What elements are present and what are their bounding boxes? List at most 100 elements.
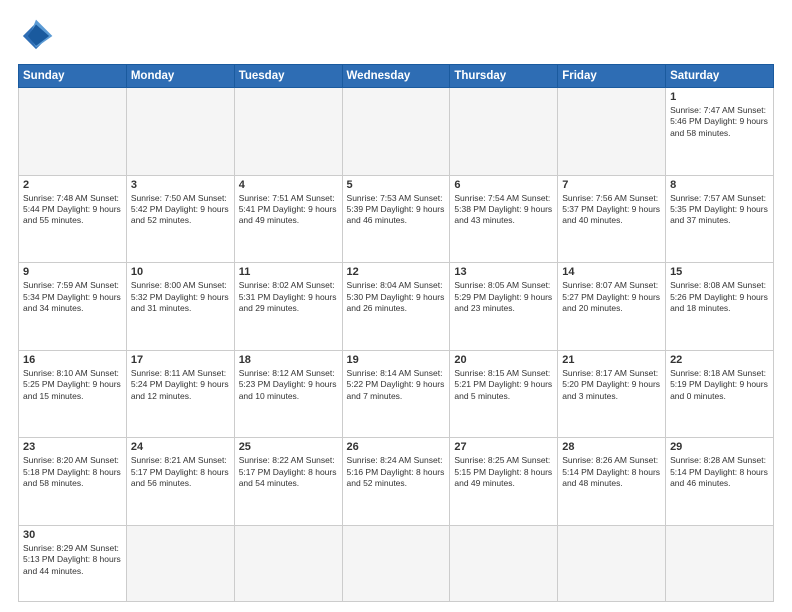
day-number: 30	[23, 529, 122, 541]
calendar-cell: 16Sunrise: 8:10 AM Sunset: 5:25 PM Dayli…	[19, 350, 127, 438]
calendar-cell: 11 Sunrise: 8:02 AM Sunset: 5:31 PM Dayli…	[234, 263, 342, 351]
day-info: Sunrise: 8:29 AM Sunset: 5:13 PM Dayligh…	[23, 543, 122, 577]
calendar-cell: 10Sunrise: 8:00 AM Sunset: 5:32 PM Dayli…	[126, 263, 234, 351]
day-info: Sunrise: 8:18 AM Sunset: 5:19 PM Dayligh…	[670, 368, 769, 402]
calendar-cell: 22 Sunrise: 8:18 AM Sunset: 5:19 PM Dayli…	[666, 350, 774, 438]
calendar-week-row: 1 Sunrise: 7:47 AM Sunset: 5:46 PM Daylig…	[19, 88, 774, 176]
day-number: 13	[454, 266, 553, 278]
calendar-cell	[19, 88, 127, 176]
calendar-week-row: 2 Sunrise: 7:48 AM Sunset: 5:44 PM Daylig…	[19, 175, 774, 263]
calendar-cell: 15 Sunrise: 8:08 AM Sunset: 5:26 PM Dayli…	[666, 263, 774, 351]
day-info: Sunrise: 8:24 AM Sunset: 5:16 PM Dayligh…	[347, 455, 446, 489]
page: SundayMondayTuesdayWednesdayThursdayFrid…	[0, 0, 792, 612]
day-number: 2	[23, 179, 122, 191]
day-info: Sunrise: 7:48 AM Sunset: 5:44 PM Dayligh…	[23, 193, 122, 227]
day-number: 14	[562, 266, 661, 278]
header	[18, 18, 774, 54]
calendar-week-row: 30 Sunrise: 8:29 AM Sunset: 5:13 PM Dayli…	[19, 525, 774, 601]
calendar-cell: 19 Sunrise: 8:14 AM Sunset: 5:22 PM Dayli…	[342, 350, 450, 438]
day-number: 9	[23, 266, 122, 278]
day-number: 7	[562, 179, 661, 191]
day-info: Sunrise: 8:02 AM Sunset: 5:31 PM Dayligh…	[239, 280, 338, 314]
calendar-cell: 30 Sunrise: 8:29 AM Sunset: 5:13 PM Dayli…	[19, 525, 127, 601]
calendar-day-header: Wednesday	[342, 65, 450, 88]
day-number: 29	[670, 441, 769, 453]
day-info: Sunrise: 8:14 AM Sunset: 5:22 PM Dayligh…	[347, 368, 446, 402]
day-number: 20	[454, 354, 553, 366]
calendar: SundayMondayTuesdayWednesdayThursdayFrid…	[18, 64, 774, 602]
day-number: 24	[131, 441, 230, 453]
day-info: Sunrise: 8:12 AM Sunset: 5:23 PM Dayligh…	[239, 368, 338, 402]
day-info: Sunrise: 8:08 AM Sunset: 5:26 PM Dayligh…	[670, 280, 769, 314]
calendar-cell: 9 Sunrise: 7:59 AM Sunset: 5:34 PM Daylig…	[19, 263, 127, 351]
calendar-day-header: Sunday	[19, 65, 127, 88]
calendar-day-header: Monday	[126, 65, 234, 88]
calendar-cell: 17 Sunrise: 8:11 AM Sunset: 5:24 PM Dayli…	[126, 350, 234, 438]
calendar-cell: 4Sunrise: 7:51 AM Sunset: 5:41 PM Daylig…	[234, 175, 342, 263]
day-info: Sunrise: 7:53 AM Sunset: 5:39 PM Dayligh…	[347, 193, 446, 227]
calendar-cell: 27 Sunrise: 8:25 AM Sunset: 5:15 PM Dayli…	[450, 438, 558, 526]
day-number: 15	[670, 266, 769, 278]
calendar-cell: 23 Sunrise: 8:20 AM Sunset: 5:18 PM Dayli…	[19, 438, 127, 526]
day-number: 6	[454, 179, 553, 191]
day-info: Sunrise: 8:04 AM Sunset: 5:30 PM Dayligh…	[347, 280, 446, 314]
calendar-cell	[558, 525, 666, 601]
calendar-cell: 8 Sunrise: 7:57 AM Sunset: 5:35 PM Daylig…	[666, 175, 774, 263]
calendar-week-row: 23 Sunrise: 8:20 AM Sunset: 5:18 PM Dayli…	[19, 438, 774, 526]
calendar-cell: 28Sunrise: 8:26 AM Sunset: 5:14 PM Dayli…	[558, 438, 666, 526]
calendar-cell: 18 Sunrise: 8:12 AM Sunset: 5:23 PM Dayli…	[234, 350, 342, 438]
calendar-header-row: SundayMondayTuesdayWednesdayThursdayFrid…	[19, 65, 774, 88]
day-info: Sunrise: 7:56 AM Sunset: 5:37 PM Dayligh…	[562, 193, 661, 227]
day-number: 18	[239, 354, 338, 366]
calendar-cell	[342, 88, 450, 176]
day-info: Sunrise: 7:47 AM Sunset: 5:46 PM Dayligh…	[670, 105, 769, 139]
calendar-day-header: Tuesday	[234, 65, 342, 88]
day-number: 22	[670, 354, 769, 366]
day-info: Sunrise: 7:50 AM Sunset: 5:42 PM Dayligh…	[131, 193, 230, 227]
calendar-week-row: 9 Sunrise: 7:59 AM Sunset: 5:34 PM Daylig…	[19, 263, 774, 351]
day-number: 8	[670, 179, 769, 191]
day-number: 25	[239, 441, 338, 453]
calendar-cell	[342, 525, 450, 601]
day-info: Sunrise: 8:25 AM Sunset: 5:15 PM Dayligh…	[454, 455, 553, 489]
calendar-cell: 3 Sunrise: 7:50 AM Sunset: 5:42 PM Daylig…	[126, 175, 234, 263]
day-info: Sunrise: 8:10 AM Sunset: 5:25 PM Dayligh…	[23, 368, 122, 402]
day-number: 5	[347, 179, 446, 191]
day-info: Sunrise: 8:22 AM Sunset: 5:17 PM Dayligh…	[239, 455, 338, 489]
calendar-week-row: 16Sunrise: 8:10 AM Sunset: 5:25 PM Dayli…	[19, 350, 774, 438]
day-info: Sunrise: 8:20 AM Sunset: 5:18 PM Dayligh…	[23, 455, 122, 489]
day-info: Sunrise: 7:57 AM Sunset: 5:35 PM Dayligh…	[670, 193, 769, 227]
day-info: Sunrise: 8:11 AM Sunset: 5:24 PM Dayligh…	[131, 368, 230, 402]
calendar-day-header: Saturday	[666, 65, 774, 88]
calendar-cell: 24 Sunrise: 8:21 AM Sunset: 5:17 PM Dayli…	[126, 438, 234, 526]
day-info: Sunrise: 7:59 AM Sunset: 5:34 PM Dayligh…	[23, 280, 122, 314]
day-info: Sunrise: 8:07 AM Sunset: 5:27 PM Dayligh…	[562, 280, 661, 314]
day-info: Sunrise: 8:21 AM Sunset: 5:17 PM Dayligh…	[131, 455, 230, 489]
day-info: Sunrise: 8:15 AM Sunset: 5:21 PM Dayligh…	[454, 368, 553, 402]
day-number: 27	[454, 441, 553, 453]
calendar-cell	[126, 525, 234, 601]
calendar-cell: 12 Sunrise: 8:04 AM Sunset: 5:30 PM Dayli…	[342, 263, 450, 351]
calendar-cell: 2 Sunrise: 7:48 AM Sunset: 5:44 PM Daylig…	[19, 175, 127, 263]
calendar-cell: 13Sunrise: 8:05 AM Sunset: 5:29 PM Dayli…	[450, 263, 558, 351]
calendar-cell	[666, 525, 774, 601]
day-number: 4	[239, 179, 338, 191]
day-number: 19	[347, 354, 446, 366]
logo	[18, 18, 58, 54]
day-number: 17	[131, 354, 230, 366]
calendar-cell: 21Sunrise: 8:17 AM Sunset: 5:20 PM Dayli…	[558, 350, 666, 438]
calendar-cell: 1 Sunrise: 7:47 AM Sunset: 5:46 PM Daylig…	[666, 88, 774, 176]
calendar-cell: 25 Sunrise: 8:22 AM Sunset: 5:17 PM Dayli…	[234, 438, 342, 526]
day-number: 21	[562, 354, 661, 366]
day-number: 11	[239, 266, 338, 278]
calendar-day-header: Thursday	[450, 65, 558, 88]
day-number: 23	[23, 441, 122, 453]
calendar-cell	[558, 88, 666, 176]
day-number: 1	[670, 91, 769, 103]
day-number: 12	[347, 266, 446, 278]
calendar-cell: 29Sunrise: 8:28 AM Sunset: 5:14 PM Dayli…	[666, 438, 774, 526]
calendar-cell	[126, 88, 234, 176]
day-number: 26	[347, 441, 446, 453]
day-number: 28	[562, 441, 661, 453]
day-number: 3	[131, 179, 230, 191]
